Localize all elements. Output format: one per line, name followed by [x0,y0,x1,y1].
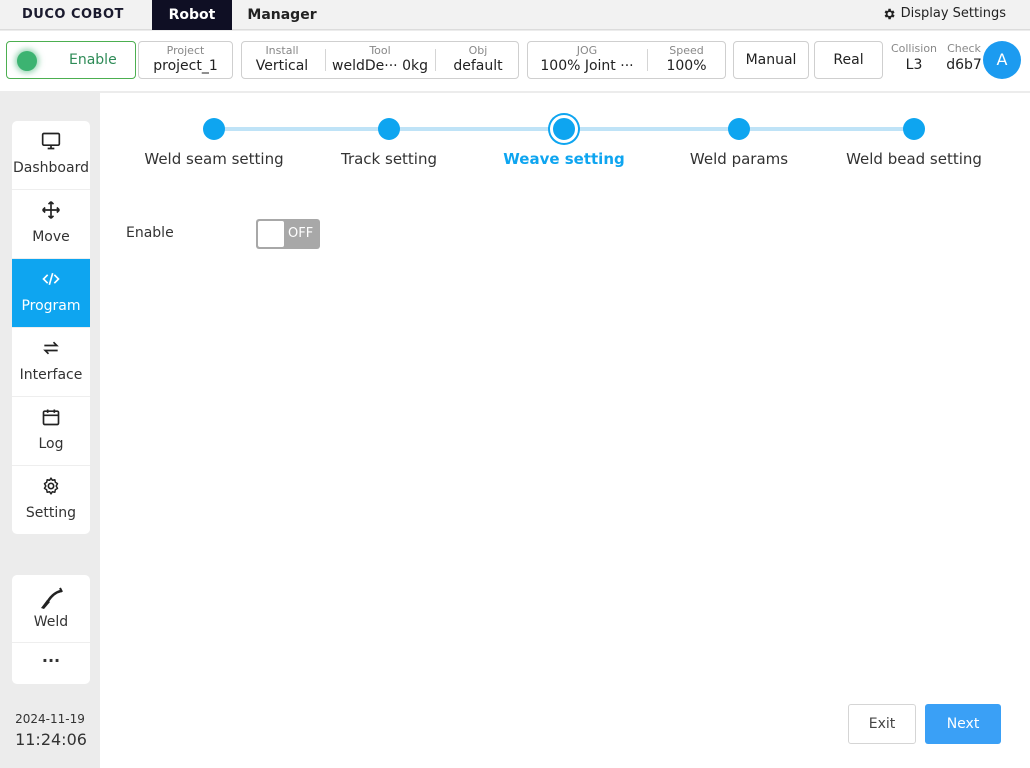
user-avatar[interactable]: A [983,41,1021,79]
monitor-icon [41,132,61,150]
weave-enable-label: Enable [126,225,174,241]
step-dot-weld-params[interactable] [728,118,750,140]
display-settings-label: Display Settings [900,6,1006,21]
obj-label: Obj [468,44,488,57]
sidebar-item-label: Weld [33,614,69,630]
jog-value: 100% Joint ··· [540,58,634,74]
gear-icon [43,477,59,495]
collision-value: L3 [905,57,923,73]
sidebar-item-label: Move [32,229,70,245]
sidebar-item-label: Log [38,436,64,452]
enable-indicator [17,51,37,71]
sidebar-plugins: Weld ··· [12,575,90,684]
install-value: Vertical [255,58,309,74]
exit-button[interactable]: Exit [848,704,916,744]
step-label-weave[interactable]: Weave setting [503,150,624,168]
next-button[interactable]: Next [925,704,1001,744]
collision-indicator[interactable]: Collision L3 [886,42,942,73]
toggle-state-text: OFF [288,226,314,241]
step-label-weld-params[interactable]: Weld params [690,150,788,168]
collision-label: Collision [890,42,938,55]
sidebar-item-label: Program [21,298,81,314]
sidebar-item-dashboard[interactable]: Dashboard [12,121,90,190]
status-bar: Enable Project project_1 Install Vertica… [0,31,1030,91]
sidebar-item-program[interactable]: Program [12,259,90,328]
gear-icon [884,8,895,19]
calendar-icon [42,409,60,426]
sidebar-item-label: Interface [19,367,83,383]
project-label: Project [166,44,205,57]
move-arrows-icon [42,201,60,219]
real-sim-button[interactable]: Real [814,41,883,79]
current-date: 2024-11-19 [15,712,85,726]
step-label-weld-seam[interactable]: Weld seam setting [144,150,283,168]
sidebar-item-weld[interactable]: Weld [12,575,90,643]
sidebar-item-log[interactable]: Log [12,397,90,466]
speed-value: 100% [666,58,707,74]
install-label: Install [265,44,299,57]
enable-button[interactable]: Enable [6,41,136,79]
enable-label: Enable [69,52,117,68]
top-menubar: DUCO COBOT Robot Manager Display Setting… [0,0,1030,30]
manual-mode-button[interactable]: Manual [733,41,809,79]
tool-label: Tool [369,44,391,57]
step-label-weld-bead[interactable]: Weld bead setting [846,150,982,168]
obj-value: default [453,58,503,74]
sidebar-item-setting[interactable]: Setting [12,466,90,534]
sidebar-nav: Dashboard Move Program Interface Log Set… [12,121,90,534]
jog-speed-group[interactable]: JOG 100% Joint ··· Speed 100% [527,41,726,79]
install-tool-obj-group[interactable]: Install Vertical Tool weldDe··· 0kg Obj … [241,41,519,79]
check-label: Check [947,42,981,55]
check-indicator[interactable]: Check d6b7 [942,42,986,73]
sidebar-item-label: Setting [25,505,77,521]
tool-value: weldDe··· 0kg [332,58,428,74]
divider [435,49,436,71]
swap-icon [43,341,59,355]
weave-enable-toggle[interactable]: OFF [256,219,320,249]
more-button[interactable]: ··· [12,643,90,684]
tab-manager[interactable]: Manager [242,0,322,30]
tab-robot[interactable]: Robot [152,0,232,30]
display-settings-button[interactable]: Display Settings [882,6,1006,21]
more-icon: ··· [41,651,61,670]
divider [325,49,326,71]
project-value: project_1 [153,58,218,74]
step-dot-weld-bead[interactable] [903,118,925,140]
app-logo: DUCO COBOT [22,7,124,22]
weld-wizard-panel: Weld seam setting Track setting Weave se… [100,93,1030,768]
step-dot-track[interactable] [378,118,400,140]
sidebar-item-interface[interactable]: Interface [12,328,90,397]
step-dot-weave[interactable] [550,115,578,143]
toggle-knob [258,221,284,247]
step-dot-weld-seam[interactable] [203,118,225,140]
weld-torch-icon [41,587,63,609]
code-icon [42,272,60,286]
project-selector[interactable]: Project project_1 [138,41,233,79]
jog-label: JOG [576,44,598,57]
step-label-track[interactable]: Track setting [341,150,437,168]
sidebar-item-label: Dashboard [13,160,89,176]
current-time: 11:24:06 [15,730,87,749]
check-value: d6b7 [946,57,982,73]
sidebar-item-move[interactable]: Move [12,190,90,259]
speed-label: Speed [669,44,704,57]
